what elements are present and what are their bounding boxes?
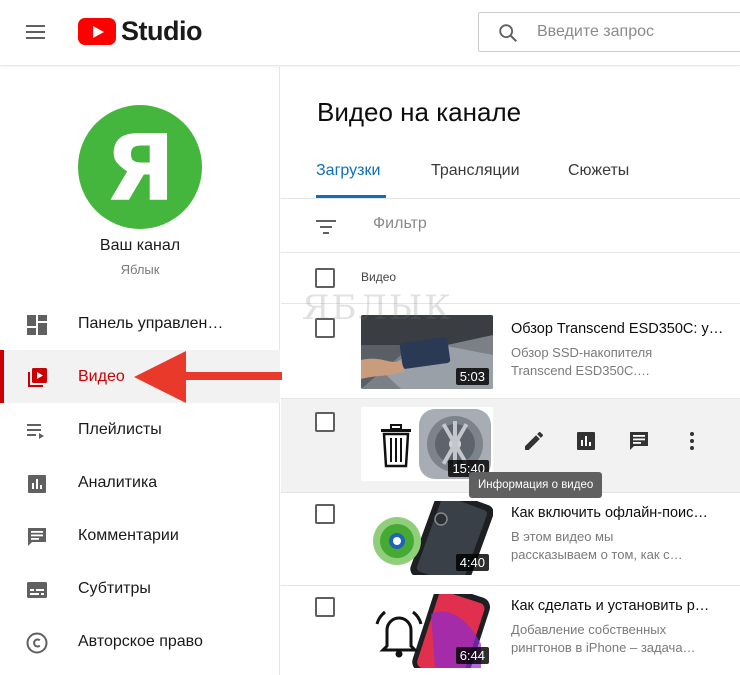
video-description-line1: В этом видео мы: [511, 529, 614, 544]
table-row[interactable]: 6:44 Как сделать и установить р… Добавле…: [281, 586, 740, 675]
video-library-icon: [28, 368, 47, 387]
filter-icon[interactable]: [315, 217, 337, 237]
youtube-play-icon: [78, 18, 116, 45]
channel-avatar[interactable]: Я: [78, 105, 202, 229]
main-content: Видео на канале Загрузки Трансляции Сюже…: [281, 67, 740, 675]
sidebar-item-subtitles[interactable]: Субтитры: [0, 562, 280, 615]
tab-live[interactable]: Трансляции: [431, 162, 520, 180]
search-box[interactable]: [478, 12, 740, 52]
video-thumbnail[interactable]: 6:44: [361, 594, 493, 668]
channel-subtitle: Яблык: [120, 262, 160, 277]
sidebar-item-label: Субтитры: [78, 579, 151, 597]
sidebar-item-label: Плейлисты: [78, 420, 162, 438]
video-description-line1: Добавление собственных: [511, 622, 667, 637]
trash-icon: [381, 424, 411, 468]
search-icon[interactable]: [497, 22, 519, 44]
logo-text: Studio: [121, 16, 202, 46]
tab-uploads[interactable]: Загрузки: [316, 162, 380, 180]
divider: [281, 198, 740, 199]
tab-stories[interactable]: Сюжеты: [568, 162, 629, 180]
video-thumbnail[interactable]: 15:40: [361, 407, 493, 481]
sidebar-item-playlists[interactable]: Плейлисты: [0, 403, 280, 456]
video-description-line2: рингтонов в iPhone – задача…: [511, 640, 696, 655]
table-row[interactable]: 4:40 Как включить офлайн-поис… В этом ви…: [281, 493, 740, 586]
sidebar-item-label: Комментарии: [78, 526, 179, 544]
video-duration: 5:03: [455, 368, 489, 385]
video-description-line2: рассказываем о том, как с…: [511, 547, 683, 562]
filter-input[interactable]: Фильтр: [373, 215, 427, 233]
top-bar: Studio: [0, 0, 740, 66]
divider: [281, 252, 740, 253]
playlist-icon: [27, 424, 44, 439]
select-all-checkbox[interactable]: [315, 268, 335, 288]
video-thumbnail[interactable]: 4:40: [361, 501, 493, 575]
channel-name: Ваш канал: [99, 237, 181, 254]
column-header-video: Видео: [361, 270, 397, 284]
video-description-line1: Обзор SSD-накопителя: [511, 345, 653, 360]
avatar-letter: Я: [104, 115, 176, 222]
sidebar-item-label: Аналитика: [78, 473, 158, 491]
search-input[interactable]: [537, 13, 737, 51]
row-checkbox[interactable]: [315, 597, 335, 617]
more-options-icon[interactable]: [680, 429, 704, 453]
sidebar-item-label: Авторское право: [78, 632, 203, 650]
sidebar-item-dashboard[interactable]: Панель управлен…: [0, 297, 280, 350]
copyright-icon: [26, 632, 48, 654]
video-title[interactable]: Как сделать и установить р…: [511, 598, 709, 614]
red-arrow-annotation: [134, 351, 282, 403]
youtube-studio-logo[interactable]: Studio: [78, 16, 202, 47]
video-title[interactable]: Обзор Transcend ESD350C: у…: [511, 321, 723, 337]
sidebar-item-label: Панель управлен…: [78, 314, 224, 332]
page-title: Видео на канале: [317, 97, 522, 127]
dashboard-icon: [27, 315, 47, 335]
sidebar-item-label: Видео: [78, 367, 125, 385]
sidebar-item-comments[interactable]: Комментарии: [0, 509, 280, 562]
analytics-icon[interactable]: [574, 429, 598, 453]
menu-icon[interactable]: [24, 22, 48, 42]
row-checkbox[interactable]: [315, 412, 335, 432]
row-checkbox[interactable]: [315, 504, 335, 524]
analytics-icon: [28, 475, 46, 493]
comments-icon[interactable]: [627, 429, 651, 453]
video-description-line2: Transcend ESD350C.…: [511, 363, 650, 378]
video-title[interactable]: Как включить офлайн-поис…: [511, 505, 708, 521]
edit-pencil-icon[interactable]: [522, 429, 546, 453]
sidebar-item-copyright[interactable]: Авторское право: [0, 615, 280, 668]
subtitles-icon: [27, 582, 47, 598]
tooltip: Информация о видео: [469, 472, 603, 498]
video-duration: 4:40: [455, 554, 489, 571]
sidebar-item-analytics[interactable]: Аналитика: [0, 456, 280, 509]
watermark: ЯБЛЫК: [302, 288, 453, 328]
video-duration: 6:44: [455, 647, 489, 664]
comments-icon: [28, 528, 46, 546]
